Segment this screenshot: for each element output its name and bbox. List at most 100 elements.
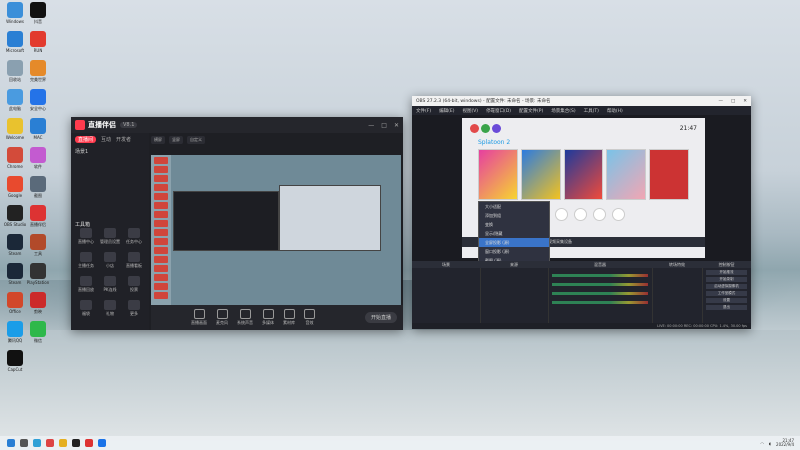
tool-item[interactable]: 主播任务 <box>75 252 97 269</box>
tool-item[interactable]: 任务中心 <box>123 228 145 245</box>
control-button[interactable]: 退出 <box>706 305 747 310</box>
menu-item[interactable]: 停靠窗口(D) <box>486 108 511 114</box>
game-tile-mario[interactable] <box>520 149 561 200</box>
app-logo-icon <box>75 120 85 130</box>
desktop-icon[interactable]: 抖音 <box>25 2 51 25</box>
context-menu-item[interactable]: 窗口投影 (源) <box>479 247 549 256</box>
live-icon[interactable] <box>85 439 93 447</box>
desktop-icon[interactable]: PlayStation <box>25 263 51 285</box>
tool-item[interactable]: 直播回放 <box>75 276 97 293</box>
control-button[interactable]: 工作室模式 <box>706 291 747 296</box>
bottom-bar-item[interactable]: 素材库 <box>283 309 295 326</box>
game-tile-doa[interactable] <box>606 149 647 200</box>
desktop-icon[interactable]: 完美世界 <box>25 60 51 83</box>
orientation-tab[interactable]: 竖屏 <box>169 136 183 144</box>
menu-item[interactable]: 视图(V) <box>462 108 478 114</box>
close-icon[interactable]: ✕ <box>394 122 399 129</box>
tool-item[interactable]: 管理员设置 <box>99 228 121 245</box>
control-button[interactable]: 设置 <box>706 298 747 303</box>
tool-item[interactable]: 礼物 <box>99 300 121 317</box>
context-menu-item[interactable]: 全屏投影 (源) <box>479 238 549 247</box>
tool-icon <box>104 252 116 262</box>
start-live-button[interactable]: 开始直播 <box>364 312 397 323</box>
tool-item[interactable]: 直播中心 <box>75 228 97 245</box>
obs-icon[interactable] <box>72 439 80 447</box>
menu-item[interactable]: 配置文件(P) <box>519 108 543 114</box>
context-menu-item[interactable]: 添加到组 <box>479 211 549 220</box>
desktop-icon[interactable]: 软件 <box>25 147 51 170</box>
bottom-bar-item[interactable]: 直播画面 <box>191 309 207 326</box>
context-menu-item[interactable]: 大小适配 <box>479 202 549 211</box>
app-icon <box>30 234 46 250</box>
tool-item[interactable]: PK连线 <box>99 276 121 293</box>
bottom-bar-item[interactable]: 系统声音 <box>237 309 253 326</box>
desktop-icon[interactable]: 工具 <box>25 234 51 257</box>
desktop-icon[interactable]: RUN <box>25 31 51 53</box>
avatar[interactable] <box>470 124 479 133</box>
maximize-icon[interactable]: □ <box>731 99 735 104</box>
desktop-icon[interactable]: CapCut <box>2 350 28 372</box>
game-tile-extra[interactable] <box>649 149 689 200</box>
control-button[interactable]: 启动虚拟摄像机 <box>706 284 747 289</box>
status-bar: LIVE: 00:00:00 REC: 00:00:00 CPU: 1.4%, … <box>412 323 751 329</box>
app-icon <box>30 147 46 163</box>
tab-直播间[interactable]: 直播间 <box>75 136 97 143</box>
thumbnail-strip <box>151 155 171 305</box>
tool-icon <box>80 276 92 286</box>
desktop-icon[interactable]: 微信 <box>25 321 51 344</box>
bottom-bar-item[interactable]: 麦克风 <box>216 309 228 326</box>
app-icon <box>7 263 23 279</box>
chrome-icon[interactable] <box>46 439 54 447</box>
live-tabs: 直播间 互动 开发者 <box>71 133 149 146</box>
control-button[interactable]: 开始推流 <box>706 270 747 275</box>
menu-item[interactable]: 场景集合(S) <box>551 108 575 114</box>
bottom-bar-item[interactable]: 音效 <box>304 309 315 326</box>
tool-item[interactable]: 直播看板 <box>123 252 145 269</box>
control-button[interactable]: 开始录制 <box>706 277 747 282</box>
avatar[interactable] <box>492 124 501 133</box>
avatar[interactable] <box>481 124 490 133</box>
volume-icon[interactable]: ◖ <box>769 441 771 446</box>
desktop-icon[interactable]: MAC <box>25 118 51 140</box>
game-tile-splatoon[interactable] <box>478 149 518 200</box>
menu-item[interactable]: 编辑(E) <box>439 108 454 114</box>
version-badge: V8.1 <box>120 122 138 128</box>
windows-icon[interactable] <box>7 439 15 447</box>
tool-item[interactable]: 更多 <box>123 300 145 317</box>
desktop-icon-label: 直播伴侣 <box>30 222 46 227</box>
app-icon <box>30 60 46 76</box>
desktop-icon[interactable]: 安全中心 <box>25 89 51 112</box>
minimize-icon[interactable]: — <box>718 99 723 104</box>
tab-开发者[interactable]: 开发者 <box>116 136 131 143</box>
store-icon[interactable] <box>98 439 106 447</box>
game-title: Splatoon 2 <box>478 139 511 146</box>
desktop-icon[interactable]: 剪映 <box>25 292 51 315</box>
maximize-icon[interactable]: □ <box>381 122 387 129</box>
search-icon[interactable] <box>20 439 28 447</box>
menu-item[interactable]: 文件(F) <box>416 108 431 114</box>
tab-互动[interactable]: 互动 <box>101 136 111 143</box>
orientation-tab[interactable]: 横屏 <box>151 136 165 144</box>
tool-item[interactable]: 福袋 <box>75 300 97 317</box>
wifi-icon[interactable]: ◠ <box>760 441 764 446</box>
menu-item[interactable]: 工具(T) <box>584 108 599 114</box>
context-menu-item[interactable]: 显示/隐藏 <box>479 229 549 238</box>
game-tile-tetris[interactable] <box>563 149 604 200</box>
bottom-bar-item[interactable]: 多媒体 <box>262 309 274 326</box>
explorer-icon[interactable] <box>59 439 67 447</box>
orientation-tabs: 横屏 竖屏 自定义 <box>151 133 403 147</box>
taskbar-clock[interactable]: 21:47 2022/9/4 <box>776 438 794 448</box>
minimize-icon[interactable]: — <box>368 122 374 129</box>
tool-item[interactable]: 投票 <box>123 276 145 293</box>
menu-item[interactable]: 帮助(H) <box>607 108 623 114</box>
desktop-icon[interactable]: 直播伴侣 <box>25 205 51 228</box>
desktop-icon[interactable]: 截图 <box>25 176 51 199</box>
app-icon <box>30 321 46 337</box>
scene-label[interactable]: 场景1 <box>71 146 149 157</box>
edge-icon[interactable] <box>33 439 41 447</box>
context-menu-item[interactable]: 变换 <box>479 220 549 229</box>
orientation-tab[interactable]: 自定义 <box>187 136 205 144</box>
close-icon[interactable]: ✕ <box>743 99 747 104</box>
wallpaper-water <box>0 330 800 440</box>
tool-item[interactable]: 小店 <box>99 252 121 269</box>
